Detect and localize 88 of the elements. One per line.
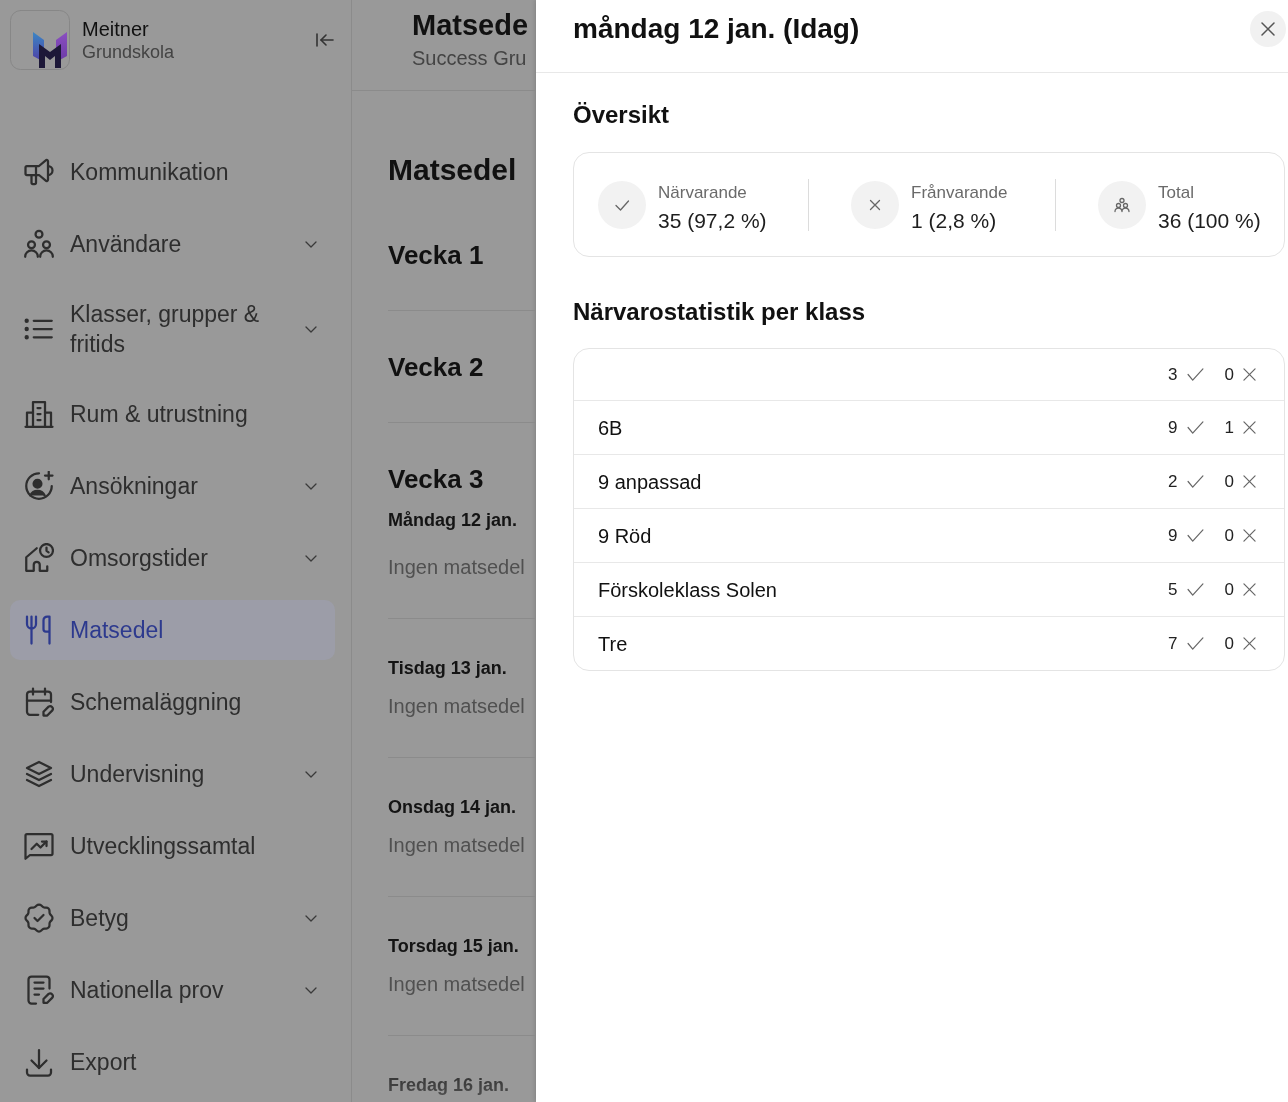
badge-check-icon: [24, 903, 54, 933]
sidebar-item[interactable]: Användare: [10, 214, 335, 274]
day-heading: Torsdag 15 jan.: [388, 935, 520, 958]
collapse-sidebar-button[interactable]: [316, 33, 334, 47]
present-count: 7: [1168, 632, 1178, 655]
present-count: 9: [1168, 524, 1178, 547]
menu-note: Ingen matsedel: [388, 833, 526, 857]
sidebar-item[interactable]: Rum & utrustning: [10, 384, 335, 444]
close-icon: [1261, 22, 1275, 36]
cross-icon: [1243, 475, 1256, 488]
school-name: Meitner: [82, 17, 150, 41]
cross-icon: [1243, 421, 1256, 434]
checkmark-icon: [598, 180, 646, 229]
present-count: 2: [1168, 470, 1178, 493]
week-heading: Vecka 1: [388, 239, 485, 271]
class-name: 6B: [598, 415, 623, 441]
day-heading: Måndag 12 jan.: [388, 509, 519, 532]
stat-label: Närvarande: [658, 181, 748, 204]
people-icon: [24, 229, 54, 259]
sidebar-item[interactable]: Nationella prov: [10, 960, 335, 1020]
building-icon: [24, 399, 54, 429]
sidebar-item[interactable]: Betyg: [10, 888, 335, 948]
page-heading: Matsedel: [388, 152, 518, 188]
menu-note: Ingen matsedel: [388, 972, 526, 996]
panel-title: måndag 12 jan. (Idag): [573, 12, 860, 46]
document-edit-icon: [24, 975, 54, 1005]
close-button[interactable]: [1250, 11, 1286, 47]
absent-count: 0: [1224, 470, 1234, 493]
day-heading: Fredag 16 jan.: [388, 1074, 511, 1097]
sidebar-item[interactable]: Omsorgstider: [10, 528, 335, 588]
checkmark-icon: [1186, 421, 1204, 434]
checkmark-icon: [1186, 529, 1204, 542]
class-name: 9 anpassad: [598, 469, 702, 495]
sidebar-item[interactable]: Matsedel: [10, 600, 335, 660]
fork-knife-icon: [24, 615, 54, 645]
sidebar-item[interactable]: Utvecklingssamtal: [10, 816, 335, 876]
absent-count: 0: [1224, 524, 1234, 547]
day-heading: Onsdag 14 jan.: [388, 796, 518, 819]
download-icon: [24, 1047, 54, 1077]
sidebar-item[interactable]: Ansökningar: [10, 456, 335, 516]
present-count: 9: [1168, 416, 1178, 439]
logo-icon: [10, 10, 70, 70]
present-count: 3: [1168, 363, 1178, 386]
absent-count: 1: [1224, 416, 1234, 439]
class-name: Förskoleklass Solen: [598, 577, 777, 603]
checkmark-icon: [1186, 583, 1204, 596]
stat-value: 36 (100 %): [1158, 207, 1261, 234]
people-icon: [1098, 180, 1146, 229]
calendar-edit-icon: [24, 687, 54, 717]
stat-label: Frånvarande: [911, 181, 1008, 204]
menu-note: Ingen matsedel: [388, 555, 526, 579]
class-name: 9 Röd: [598, 523, 652, 549]
absent-count: 0: [1224, 363, 1234, 386]
page-subtitle: Success Gru: [412, 46, 528, 70]
stat-value: 35 (97,2 %): [658, 207, 767, 234]
cross-icon: [1243, 368, 1256, 381]
sidebar-item[interactable]: Undervisning: [10, 744, 335, 804]
trend-chart-icon: [24, 831, 54, 861]
sidebar-item[interactable]: Klasser, grupper & fritids: [10, 286, 335, 372]
sidebar-item[interactable]: Export: [10, 1032, 335, 1092]
absent-count: 0: [1224, 632, 1234, 655]
absent-count: 0: [1224, 578, 1234, 601]
section-heading: Närvarostatistik per klass: [573, 297, 867, 327]
stat-label: Total: [1158, 181, 1195, 204]
cross-icon: [1243, 529, 1256, 542]
present-count: 5: [1168, 578, 1178, 601]
page-title: Matsede: [412, 8, 530, 42]
checkmark-icon: [1186, 475, 1204, 488]
checkmark-icon: [1186, 368, 1204, 381]
section-heading: Översikt: [573, 100, 671, 130]
day-heading: Tisdag 13 jan.: [388, 657, 508, 680]
week-heading: Vecka 2: [388, 351, 485, 383]
collapse-icon: [316, 33, 334, 47]
school-type: Grundskola: [82, 41, 175, 63]
cross-icon: [1243, 637, 1256, 650]
layers-icon: [24, 759, 54, 789]
class-name: Tre: [598, 631, 628, 657]
user-plus-icon: [24, 471, 54, 501]
sidebar-item[interactable]: Kommunikation: [10, 142, 335, 202]
week-heading: Vecka 3: [388, 463, 485, 495]
sidebar-item[interactable]: Schemaläggning: [10, 672, 335, 732]
megaphone-icon: [24, 157, 54, 187]
cross-icon: [851, 180, 899, 229]
stat-value: 1 (2,8 %): [911, 207, 998, 234]
house-clock-icon: [24, 543, 54, 573]
checkmark-icon: [1186, 637, 1204, 650]
menu-note: Ingen matsedel: [388, 694, 526, 718]
cross-icon: [1243, 583, 1256, 596]
